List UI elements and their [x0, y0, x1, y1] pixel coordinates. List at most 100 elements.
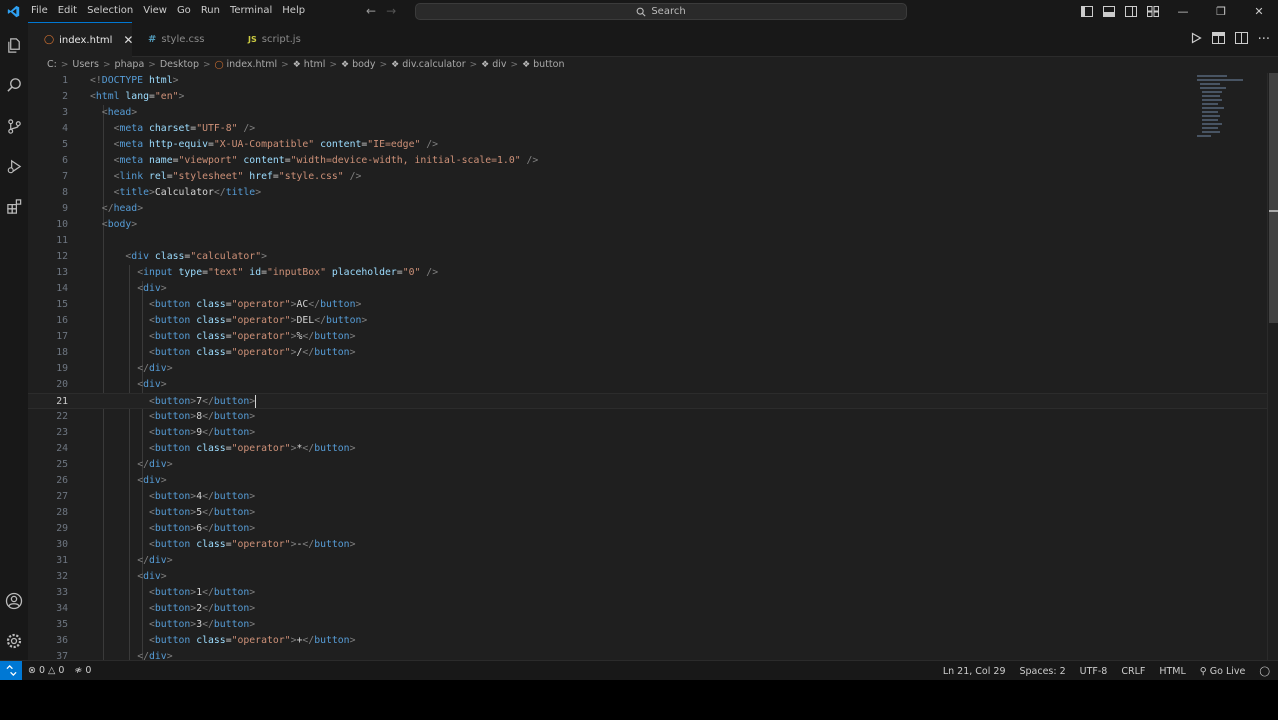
menu-run[interactable]: Run [196, 0, 225, 22]
encoding[interactable]: UTF-8 [1080, 666, 1108, 677]
code-line[interactable]: 35 <button>3</button> [28, 617, 1268, 633]
line-number: 30 [56, 539, 68, 550]
code-token: > [160, 379, 167, 390]
tab-index-html[interactable]: ◯ index.html ✕ [28, 22, 133, 57]
close-window-icon[interactable]: ✕ [1240, 0, 1278, 22]
search-view-icon[interactable] [0, 70, 28, 100]
code-line[interactable]: 9 </head> [28, 201, 1268, 217]
menu-go[interactable]: Go [172, 0, 196, 22]
breadcrumb-drive[interactable]: C: [47, 59, 57, 70]
open-preview-icon[interactable] [1211, 32, 1225, 47]
code-line[interactable]: 18 <button class="operator">/</button> [28, 345, 1268, 361]
breadcrumb-symbol-body[interactable]: ❖ body [341, 59, 376, 70]
command-center-search[interactable]: Search [415, 3, 907, 20]
run-debug-icon[interactable] [0, 151, 28, 181]
minimize-icon[interactable]: — [1164, 0, 1202, 22]
breadcrumb-symbol-div[interactable]: ❖ div [481, 59, 506, 70]
breadcrumb-users[interactable]: Users [72, 59, 99, 70]
toggle-panel-icon[interactable] [1098, 0, 1120, 22]
customize-layout-icon[interactable] [1142, 0, 1164, 22]
code-line[interactable]: 8 <title>Calculator</title> [28, 185, 1268, 201]
code-line[interactable]: 33 <button>1</button> [28, 585, 1268, 601]
code-line[interactable]: 34 <button>2</button> [28, 601, 1268, 617]
toggle-primary-sidebar-icon[interactable] [1076, 0, 1098, 22]
code-line[interactable]: 10 <body> [28, 217, 1268, 233]
run-file-icon[interactable] [1190, 32, 1202, 47]
code-editor[interactable]: 1 <!DOCTYPE html> 2 <html lang="en"> 3 <head… [28, 73, 1268, 660]
problems-indicator[interactable]: ⊗ 0 △ 0 [28, 665, 64, 676]
go-back-icon[interactable]: ← [366, 4, 376, 18]
code-line[interactable]: 16 <button class="operator">DEL</button> [28, 313, 1268, 329]
code-line[interactable]: 11 [28, 233, 1268, 249]
cursor-position[interactable]: Ln 21, Col 29 [943, 666, 1006, 677]
menu-file[interactable]: File [26, 0, 53, 22]
scrollbar-thumb[interactable] [1269, 73, 1278, 323]
extensions-icon[interactable] [0, 191, 28, 221]
restore-icon[interactable]: ❐ [1202, 0, 1240, 22]
code-line[interactable]: 15 <button class="operator">AC</button> [28, 297, 1268, 313]
code-line[interactable]: 4 <meta charset="UTF-8" /> [28, 121, 1268, 137]
go-live-button[interactable]: ⚲ Go Live [1200, 666, 1246, 677]
breadcrumb-symbol-calculator[interactable]: ❖ div.calculator [391, 59, 465, 70]
code-line[interactable]: 36 <button class="operator">+</button> [28, 633, 1268, 649]
breadcrumb-user[interactable]: phapa [115, 59, 145, 70]
code-line[interactable]: 27 <button>4</button> [28, 489, 1268, 505]
code-token: meta [119, 155, 144, 166]
vertical-scrollbar[interactable] [1267, 73, 1278, 660]
indentation[interactable]: Spaces: 2 [1019, 666, 1065, 677]
code-line[interactable]: 29 <button>6</button> [28, 521, 1268, 537]
end-of-line[interactable]: CRLF [1121, 666, 1145, 677]
code-line[interactable]: 14 <div> [28, 281, 1268, 297]
minimap[interactable] [1194, 73, 1250, 143]
breadcrumb-symbol-html[interactable]: ❖ html [293, 59, 326, 70]
toggle-secondary-sidebar-icon[interactable] [1120, 0, 1142, 22]
code-line[interactable]: 28 <button>5</button> [28, 505, 1268, 521]
code-line[interactable]: 26 <div> [28, 473, 1268, 489]
code-line[interactable]: 17 <button class="operator">%</button> [28, 329, 1268, 345]
manage-gear-icon[interactable] [0, 626, 28, 656]
code-line[interactable]: 24 <button class="operator">*</button> [28, 441, 1268, 457]
tab-script-js[interactable]: JS script.js [232, 22, 332, 57]
code-line[interactable]: 20 <div> [28, 377, 1268, 393]
code-line[interactable]: 23 <button>9</button> [28, 425, 1268, 441]
go-forward-icon[interactable]: → [386, 4, 396, 18]
language-mode[interactable]: HTML [1159, 666, 1185, 677]
source-control-icon[interactable] [0, 111, 28, 141]
breadcrumb-desktop[interactable]: Desktop [160, 59, 199, 70]
breadcrumb-file[interactable]: ◯ index.html [215, 59, 278, 70]
code-line[interactable]: 31 </div> [28, 553, 1268, 569]
code-line[interactable]: 32 <div> [28, 569, 1268, 585]
code-line[interactable]: 13 <input type="text" id="inputBox" plac… [28, 265, 1268, 281]
code-line[interactable]: 22 <button>8</button> [28, 409, 1268, 425]
code-text: <meta charset="UTF-8" /> [90, 121, 256, 137]
breadcrumb-symbol-button[interactable]: ❖ button [522, 59, 564, 70]
code-line[interactable]: 21 <button>7</button> [28, 393, 1268, 409]
code-line[interactable]: 6 <meta name="viewport" content="width=d… [28, 153, 1268, 169]
menu-edit[interactable]: Edit [53, 0, 82, 22]
code-line[interactable]: 2 <html lang="en"> [28, 89, 1268, 105]
code-line[interactable]: 25 </div> [28, 457, 1268, 473]
menu-selection[interactable]: Selection [82, 0, 138, 22]
code-line[interactable]: 12 <div class="calculator"> [28, 249, 1268, 265]
menu-terminal[interactable]: Terminal [225, 0, 277, 22]
code-line[interactable]: 19 </div> [28, 361, 1268, 377]
code-line[interactable]: 37 </div> [28, 649, 1268, 660]
ports-indicator[interactable]: ≉ 0 [74, 665, 91, 676]
menu-view[interactable]: View [138, 0, 172, 22]
accounts-icon[interactable] [0, 586, 28, 616]
code-line[interactable]: 1 <!DOCTYPE html> [28, 73, 1268, 89]
code-line[interactable]: 7 <link rel="stylesheet" href="style.css… [28, 169, 1268, 185]
code-line[interactable]: 5 <meta http-equiv="X-UA-Compatible" con… [28, 137, 1268, 153]
split-editor-icon[interactable] [1234, 32, 1248, 47]
more-actions-icon[interactable]: ··· [1258, 33, 1270, 46]
notifications-bell-icon[interactable]: ◯ [1259, 666, 1270, 677]
tab-style-css[interactable]: # style.css [132, 22, 232, 57]
menu-help[interactable]: Help [277, 0, 310, 22]
code-line[interactable]: 30 <button class="operator">-</button> [28, 537, 1268, 553]
remote-indicator-icon[interactable] [0, 660, 22, 680]
code-token: </ [202, 396, 214, 407]
explorer-icon[interactable] [0, 30, 28, 60]
code-line[interactable]: 3 <head> [28, 105, 1268, 121]
